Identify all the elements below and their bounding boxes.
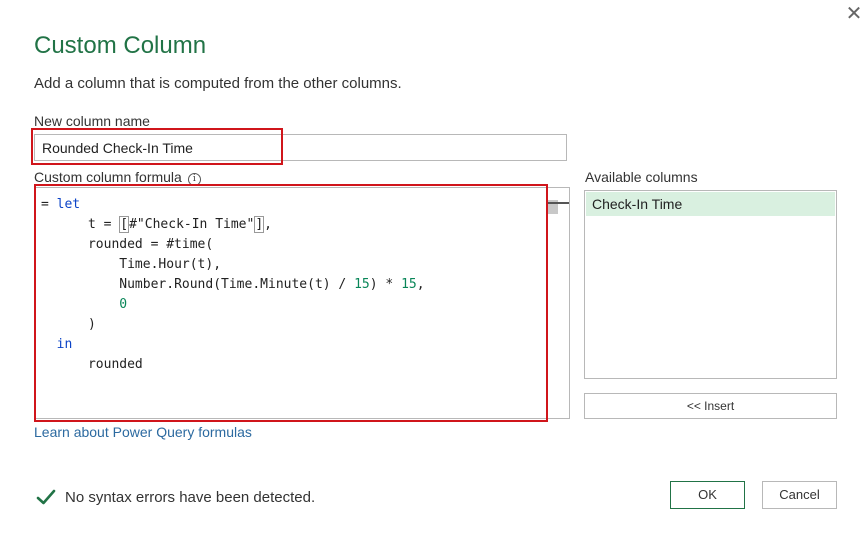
formula-line: 0 [41,295,425,315]
dialog-title: Custom Column [34,32,207,59]
cancel-button[interactable]: Cancel [762,481,837,509]
new-column-name-input[interactable] [34,134,567,161]
checkmark-icon [36,489,56,505]
custom-formula-label-text: Custom column formula [34,169,182,185]
ok-button[interactable]: OK [670,481,745,509]
available-columns-list[interactable] [584,190,837,379]
dialog-subtitle: Add a column that is computed from the o… [34,75,402,92]
available-column-item[interactable]: Check-In Time [586,192,835,216]
formula-token: ) [87,317,96,332]
insert-button[interactable]: << Insert [584,393,837,419]
formula-token: , [416,277,425,292]
formula-token: rounded [87,357,143,372]
formula-line: in [41,335,425,355]
close-icon[interactable]: ✕ [842,2,866,26]
formula-line: rounded = #time( [41,235,425,255]
formula-code[interactable]: = let t = [#"Check-In Time"], rounded = … [41,195,425,375]
formula-line: t = [#"Check-In Time"], [41,215,425,235]
info-icon[interactable]: i [187,173,201,186]
formula-token: Time.Hour(t), [119,257,222,272]
formula-token: Number.Round(Time.Minute(t) / [119,277,355,292]
formula-token: in [56,337,73,352]
formula-token: ) * [369,277,402,292]
formula-token: let [56,197,81,212]
formula-token: = [41,197,57,212]
formula-line: Time.Hour(t), [41,255,425,275]
formula-token: 0 [119,297,128,312]
formula-line: Number.Round(Time.Minute(t) / 15) * 15, [41,275,425,295]
learn-power-query-link[interactable]: Learn about Power Query formulas [34,424,252,440]
formula-token: rounded = #time( [87,237,214,252]
new-column-name-label: New column name [34,113,150,129]
formula-token: t = [87,217,120,232]
available-columns-label: Available columns [585,169,698,185]
formula-line: rounded [41,355,425,375]
custom-formula-label: Custom column formula i [34,169,201,186]
formula-token: ] [254,216,265,233]
formula-token: 15 [401,277,417,292]
formula-token: [ [119,216,130,233]
formula-token: #"Check-In Time" [129,217,255,232]
formula-scrollbar-marker [548,202,569,204]
formula-token: , [264,217,272,232]
formula-line: ) [41,315,425,335]
formula-line: = let [41,195,425,215]
syntax-status: No syntax errors have been detected. [36,487,315,507]
syntax-status-text: No syntax errors have been detected. [65,488,316,506]
formula-token: 15 [354,277,370,292]
